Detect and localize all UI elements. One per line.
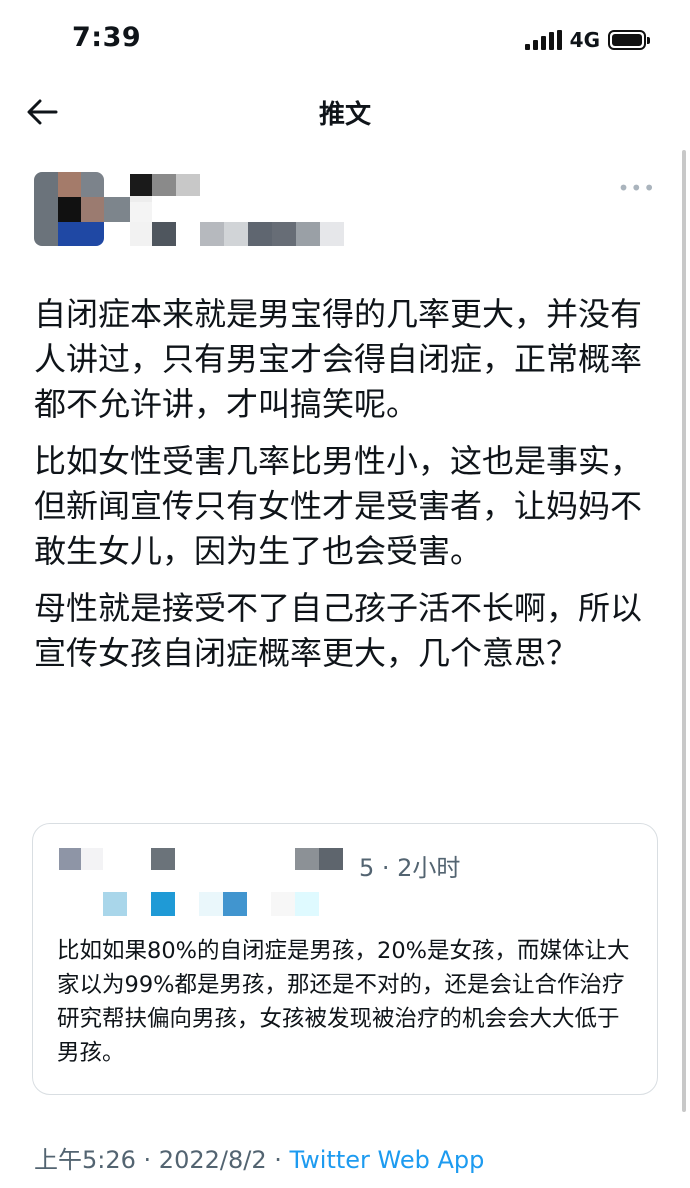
signal-icon — [524, 30, 562, 50]
tweet-source-link[interactable]: Twitter Web App — [289, 1146, 484, 1174]
tweet-author[interactable] — [34, 172, 634, 252]
avatar[interactable] — [34, 172, 104, 246]
tweet-paragraph: 自闭症本来就是男宝得的几率更大，并没有人讲过，只有男宝才会得自闭症，正常概率都不… — [34, 295, 643, 423]
more-horizontal-icon: ••• — [617, 176, 656, 200]
battery-icon — [608, 30, 650, 50]
quote-text: 比如如果80%的自闭症是男孩，20%是女孩，而媒体让大家以为99%都是男孩，那还… — [57, 938, 630, 1066]
tweet-text: 自闭症本来就是男宝得的几率更大，并没有人讲过，只有男宝才会得自闭症，正常概率都不… — [34, 292, 650, 688]
quote-meta: 5 · 2小时 — [359, 854, 461, 882]
status-bar: 7:39 4G — [0, 0, 690, 78]
page-title: 推文 — [318, 100, 371, 130]
tweet-timestamp: 上午5:26 · 2022/8/2 · Twitter Web App — [34, 1146, 485, 1174]
tweet-paragraph: 母性就是接受不了自己孩子活不长啊，所以宣传女孩自闭症概率更大，几个意思？ — [34, 589, 643, 672]
tweet-time[interactable]: 上午5:26 — [34, 1146, 136, 1174]
scrollbar[interactable] — [682, 150, 686, 1112]
status-icons: 4G — [524, 28, 650, 52]
tweet-paragraph: 比如女性受害几率比男性小，这也是事实，但新闻宣传只有女性才是受害者，让妈妈不敢生… — [34, 442, 643, 570]
header: 推文 — [0, 78, 690, 144]
network-label: 4G — [569, 28, 600, 52]
tweet-date[interactable]: 2022/8/2 — [159, 1146, 267, 1174]
quoted-tweet[interactable]: 5 · 2小时 比如如果80%的自闭症是男孩，20%是女孩，而媒体让大家以为99… — [32, 823, 658, 1095]
status-time: 7:39 — [72, 22, 142, 53]
more-button[interactable]: ••• — [618, 176, 656, 200]
